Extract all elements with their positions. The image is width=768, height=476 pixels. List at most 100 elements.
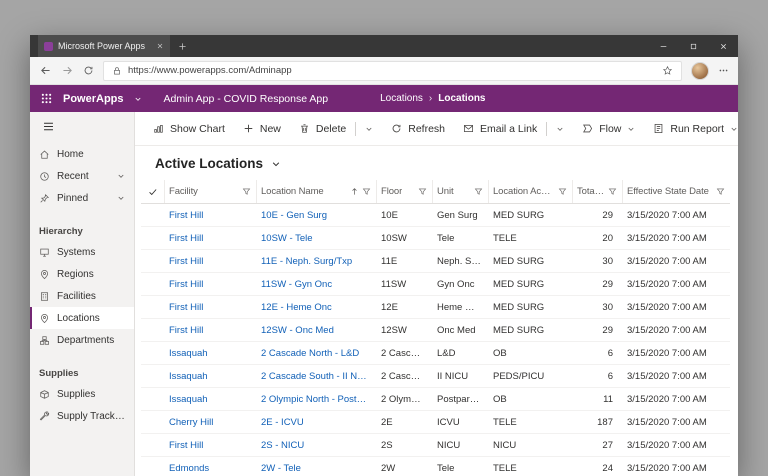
cell-location_name[interactable]: 2W - Tele [257,463,377,474]
cell-facility[interactable]: First Hill [165,325,257,336]
filter-icon[interactable] [558,187,567,196]
filter-icon[interactable] [362,187,371,196]
cell-facility[interactable]: First Hill [165,233,257,244]
cell-location_name[interactable]: 12SW - Onc Med [257,325,377,336]
chevron-down-icon[interactable] [117,194,125,202]
address-bar[interactable]: https://www.powerapps.com/Adminapp [103,60,682,81]
command-new-button[interactable]: New [235,116,289,142]
powerapps-brand[interactable]: PowerApps [63,93,124,105]
row-checkbox[interactable] [141,273,165,295]
table-row[interactable]: First Hill 12SW - Onc Med 12SW Onc Med MED S… [141,319,730,342]
table-row[interactable]: First Hill 11E - Neph. Surg/Txp 11E Neph. S… [141,250,730,273]
cell-location_name[interactable]: 12E - Heme Onc [257,302,377,313]
column-header-effective-state-date[interactable]: Effective State Date [623,180,730,203]
row-checkbox[interactable] [141,388,165,410]
breadcrumb-item-current[interactable]: Locations [438,93,485,104]
view-selector[interactable]: Active Locations [135,146,738,180]
table-row[interactable]: Issaquah 2 Cascade North - L&D 2 Cascade .… [141,342,730,365]
command-run-report-button[interactable]: Run Report [645,116,738,142]
table-row[interactable]: First Hill 2S - NICU 2S NICU NICU 27 3/15/2020… [141,434,730,457]
sidebar-item-systems[interactable]: Systems [30,241,134,263]
cell-facility[interactable]: Edmonds [165,463,257,474]
cell-facility[interactable]: Issaquah [165,371,257,382]
table-row[interactable]: First Hill 11SW - Gyn Onc 11SW Gyn Onc MED S… [141,273,730,296]
back-button[interactable] [39,64,52,77]
sidebar-item-recent[interactable]: Recent [30,165,134,187]
filter-icon[interactable] [608,187,617,196]
filter-icon[interactable] [716,187,725,196]
cell-facility[interactable]: First Hill [165,440,257,451]
row-checkbox[interactable] [141,365,165,387]
new-tab-button[interactable] [178,42,187,51]
cell-location_name[interactable]: 11E - Neph. Surg/Txp [257,256,377,267]
chevron-down-icon[interactable] [117,172,125,180]
waffle-icon[interactable] [40,92,53,105]
table-row[interactable]: Issaquah 2 Cascade South - II NICU 2 Casca… [141,365,730,388]
close-button[interactable] [708,35,738,57]
cell-location_name[interactable]: 2E - ICVU [257,417,377,428]
row-checkbox[interactable] [141,227,165,249]
profile-avatar[interactable] [691,61,709,80]
table-row[interactable]: First Hill 12E - Heme Onc 12E Heme Onc MED S… [141,296,730,319]
table-row[interactable]: Issaquah 2 Olympic North - Postpartum 2 Ol… [141,388,730,411]
cell-location_name[interactable]: 2 Cascade South - II NICU [257,371,377,382]
sidebar-item-home[interactable]: Home [30,143,134,165]
tab-close-icon[interactable] [156,42,164,50]
minimize-button[interactable] [648,35,678,57]
cell-location_name[interactable]: 2 Cascade North - L&D [257,348,377,359]
command-refresh-button[interactable]: Refresh [383,116,453,142]
filter-icon[interactable] [242,187,251,196]
command-email-a-link-dropdown-icon[interactable] [556,125,564,133]
command-delete-dropdown-icon[interactable] [365,125,373,133]
cell-location_name[interactable]: 11SW - Gyn Onc [257,279,377,290]
view-title[interactable]: Active Locations [155,156,263,171]
row-checkbox[interactable] [141,411,165,433]
sidebar-item-departments[interactable]: Departments [30,329,134,351]
cell-facility[interactable]: First Hill [165,256,257,267]
forward-button[interactable] [61,64,74,77]
sidebar-item-regions[interactable]: Regions [30,263,134,285]
row-checkbox[interactable] [141,204,165,226]
breadcrumb-item[interactable]: Locations [380,93,423,104]
column-header-facility[interactable]: Facility [165,180,257,203]
column-header-unit[interactable]: Unit [433,180,489,203]
row-checkbox[interactable] [141,250,165,272]
command-email-a-link-button[interactable]: Email a Link [455,116,572,142]
filter-icon[interactable] [474,187,483,196]
sidebar-item-pinned[interactable]: Pinned [30,187,134,209]
column-header-floor[interactable]: Floor [377,180,433,203]
row-checkbox[interactable] [141,342,165,364]
sidebar-item-supply-trackings[interactable]: Supply Trackings [30,405,134,427]
column-header-location-acuity[interactable]: Location Acuity [489,180,573,203]
select-all-checkbox[interactable] [141,180,165,203]
favorite-star-icon[interactable] [662,65,673,76]
cell-location_name[interactable]: 2S - NICU [257,440,377,451]
column-header-total-beds[interactable]: Total Beds [573,180,623,203]
sidebar-item-supplies[interactable]: Supplies [30,383,134,405]
sitemap-menu-icon[interactable] [30,112,67,143]
table-row[interactable]: Cherry Hill 2E - ICVU 2E ICVU TELE 187 3/15/20… [141,411,730,434]
browser-titlebar[interactable]: Microsoft Power Apps [30,35,738,57]
sidebar-item-locations[interactable]: Locations [30,307,134,329]
chevron-down-icon[interactable] [271,159,281,169]
cell-location_name[interactable]: 10E - Gen Surg [257,210,377,221]
command-flow-button[interactable]: Flow [574,116,643,142]
cell-facility[interactable]: Issaquah [165,348,257,359]
filter-icon[interactable] [418,187,427,196]
column-header-location-name[interactable]: Location Name [257,180,377,203]
row-checkbox[interactable] [141,434,165,456]
cell-facility[interactable]: First Hill [165,279,257,290]
command-delete-button[interactable]: Delete [291,116,381,142]
table-row[interactable]: First Hill 10SW - Tele 10SW Tele TELE 20 3/15/… [141,227,730,250]
sidebar-item-facilities[interactable]: Facilities [30,285,134,307]
cell-location_name[interactable]: 10SW - Tele [257,233,377,244]
table-row[interactable]: Edmonds 2W - Tele 2W Tele TELE 24 3/15/2020 7:… [141,457,730,476]
cell-facility[interactable]: Cherry Hill [165,417,257,428]
cell-location_name[interactable]: 2 Olympic North - Postpartum [257,394,377,405]
row-checkbox[interactable] [141,296,165,318]
chevron-down-icon[interactable] [134,95,142,103]
cell-facility[interactable]: Issaquah [165,394,257,405]
command-show-chart-button[interactable]: Show Chart [145,116,233,142]
table-row[interactable]: First Hill 10E - Gen Surg 10E Gen Surg MED S… [141,204,730,227]
maximize-button[interactable] [678,35,708,57]
